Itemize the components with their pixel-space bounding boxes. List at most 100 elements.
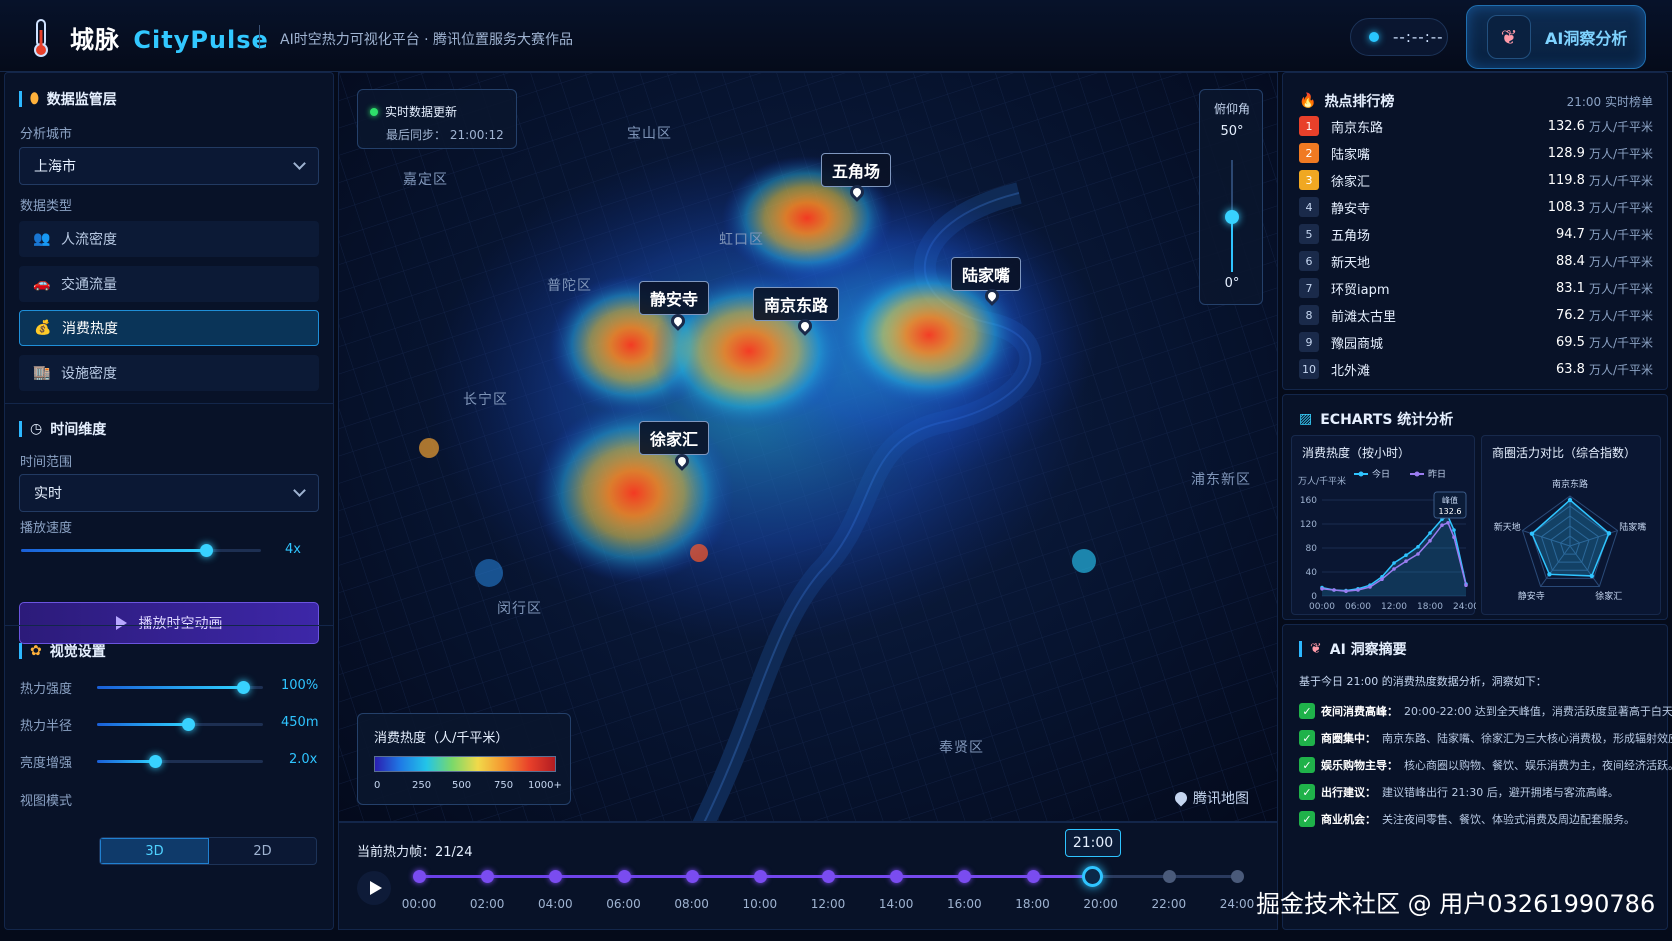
timeline-dot[interactable] [549,870,563,883]
city-select-value: 上海市 [34,159,76,175]
data-point [1380,577,1384,581]
legend-marker [1414,471,1420,477]
rank-row[interactable]: 4 静安寺 108.3 万人/千平米 [1299,196,1653,218]
car-icon: 🚗 [33,276,51,292]
data-point [1452,528,1456,532]
heat-intensity-slider[interactable] [97,681,263,694]
brightness-knob[interactable] [149,755,163,768]
timeline-dot[interactable] [1231,870,1244,883]
brand-en: CityPulse [133,26,269,54]
type-people-density[interactable]: 👥 人流密度 [19,221,319,257]
people-icon: 👥 [33,231,51,247]
timeline-dot[interactable] [617,870,631,883]
rank-row[interactable]: 10 北外滩 63.8 万人/千平米 [1299,358,1653,380]
rank-row[interactable]: 3 徐家汇 119.8 万人/千平米 [1299,169,1653,191]
ai-insight-item: ✓ 娱乐购物主导： 核心商圈以购物、餐饮、娱乐消费为主，夜间经济活跃。 [1299,757,1672,773]
city-select[interactable]: 上海市 [19,147,319,185]
rank-row[interactable]: 1 南京东路 132.6 万人/千平米 [1299,115,1653,137]
heat-radius-slider[interactable] [97,718,263,731]
time-range-select[interactable]: 实时 [19,474,319,512]
map-provider-text: 腾讯地图 [1193,791,1249,807]
check-icon: ✓ [1299,757,1315,773]
hotspot-label-lujiazui[interactable]: 陆家嘴 [951,257,1022,291]
hotspot-label-jingansi[interactable]: 静安寺 [639,281,710,315]
location-pin-icon [1172,789,1190,807]
ai-insight-head: 出行建议： [1321,786,1376,799]
type-consumption-heat[interactable]: 💰 消费热度 [19,310,319,346]
district-label: 奉贤区 [939,740,984,756]
rank-row[interactable]: 2 陆家嘴 128.9 万人/千平米 [1299,142,1653,164]
rank-value: 132.6 [1547,118,1585,134]
rank-row[interactable]: 8 前滩太古里 76.2 万人/千平米 [1299,304,1653,326]
current-time-bubble: 21:00 [1065,829,1121,857]
brightness-slider[interactable] [97,755,263,768]
time-title-text: 时间维度 [50,422,107,438]
timeline-dot[interactable] [958,870,972,883]
legend-tick: 250 [412,780,432,791]
peak-annotation-label: 峰值 [1442,495,1458,505]
pitch-knob[interactable] [1225,210,1239,224]
speed-slider[interactable] [21,544,261,557]
rank-name: 豫园商城 [1331,336,1384,352]
ai-insight-label: AI洞察分析 [1545,29,1628,48]
timeline-dot[interactable] [753,870,767,883]
district-label: 长宁区 [463,392,508,408]
view-mode-2d[interactable]: 2D [209,838,316,864]
visual-section-title: ✿ 视觉设置 [19,641,106,661]
timeline-play-button[interactable] [357,871,391,905]
heat-radius-knob[interactable] [182,718,196,731]
rank-row[interactable]: 7 环贸iapm 83.1 万人/千平米 [1299,277,1653,299]
timeline-dot[interactable] [822,870,835,883]
peak-annotation-value: 132.6 [1439,507,1462,516]
data-point [1428,539,1432,543]
data-point [1452,535,1456,539]
data-point [1392,567,1396,571]
play-animation-button[interactable]: 播放时空动画 [19,602,319,644]
speed-slider-knob[interactable] [199,544,213,557]
timeline-bar: 当前热力帧：21/24 21:00 00:00 02:00 04:00 06:00 08… [338,822,1278,930]
timeline-dot[interactable] [1026,870,1040,883]
legend-tick: 0 [374,780,381,791]
type-label: 人流密度 [61,232,117,248]
check-icon: ✓ [1299,784,1315,800]
ai-insight-item: ✓ 出行建议： 建议错峰出行 21:30 后，避开拥堵与客流高峰。 [1299,784,1659,800]
timeline-dot[interactable] [481,870,495,883]
data-point [1416,552,1420,556]
pitch-control[interactable]: 俯仰角 50° 0° [1199,89,1263,305]
x-tick-label: 18:00 [1417,602,1443,612]
rank-row[interactable]: 9 豫园商城 69.5 万人/千平米 [1299,331,1653,353]
radar-category-label: 新天地 [1494,521,1521,533]
data-point [1344,589,1348,593]
ai-insight-button[interactable]: ❦ AI洞察分析 [1466,5,1646,69]
realtime-status-card: 实时数据更新 最后同步： 21:00:12 [357,89,517,149]
check-icon: ✓ [1299,703,1315,719]
type-facility-density[interactable]: 🏬 设施密度 [19,355,319,391]
timeline-dot[interactable] [1162,870,1176,883]
rank-unit: 万人/千平米 [1588,173,1653,188]
heat-intensity-label: 热力强度 [20,682,73,697]
heat-intensity-knob[interactable] [237,681,251,694]
data-point [1416,545,1420,549]
timeline-current-handle[interactable] [1082,866,1103,887]
district-label: 闵行区 [497,601,542,617]
view-mode-3d[interactable]: 3D [100,838,209,864]
timeline-dot[interactable] [413,870,426,883]
hotspot-label-wujiaochang[interactable]: 五角场 [821,153,892,187]
city-label: 分析城市 [20,127,73,142]
rank-value: 63.8 [1556,361,1585,377]
hotspot-label-xujiahui[interactable]: 徐家汇 [639,421,710,455]
rank-row[interactable]: 5 五角场 94.7 万人/千平米 [1299,223,1653,245]
pin-icon: ⬮ [30,91,39,107]
y-tick-label: 80 [1306,544,1318,554]
ai-insight-text: 核心商圈以购物、餐饮、娱乐消费为主，夜间经济活跃。 [1404,759,1672,772]
heat-map-view[interactable]: 实时数据更新 最后同步： 21:00:12 俯仰角 50° 0° 宝山区 嘉定区… [338,72,1278,822]
chevron-down-icon [293,484,306,497]
type-traffic-flow[interactable]: 🚗 交通流量 [19,266,319,302]
timeline-dot[interactable] [890,870,904,883]
status-dot-icon [370,107,378,116]
rank-row[interactable]: 6 新天地 88.4 万人/千平米 [1299,250,1653,272]
fire-icon: 🔥 [1299,93,1317,109]
timeline-dot[interactable] [685,870,699,883]
rank-name: 新天地 [1331,255,1371,271]
hotspot-label-nanjing-road[interactable]: 南京东路 [753,287,840,321]
